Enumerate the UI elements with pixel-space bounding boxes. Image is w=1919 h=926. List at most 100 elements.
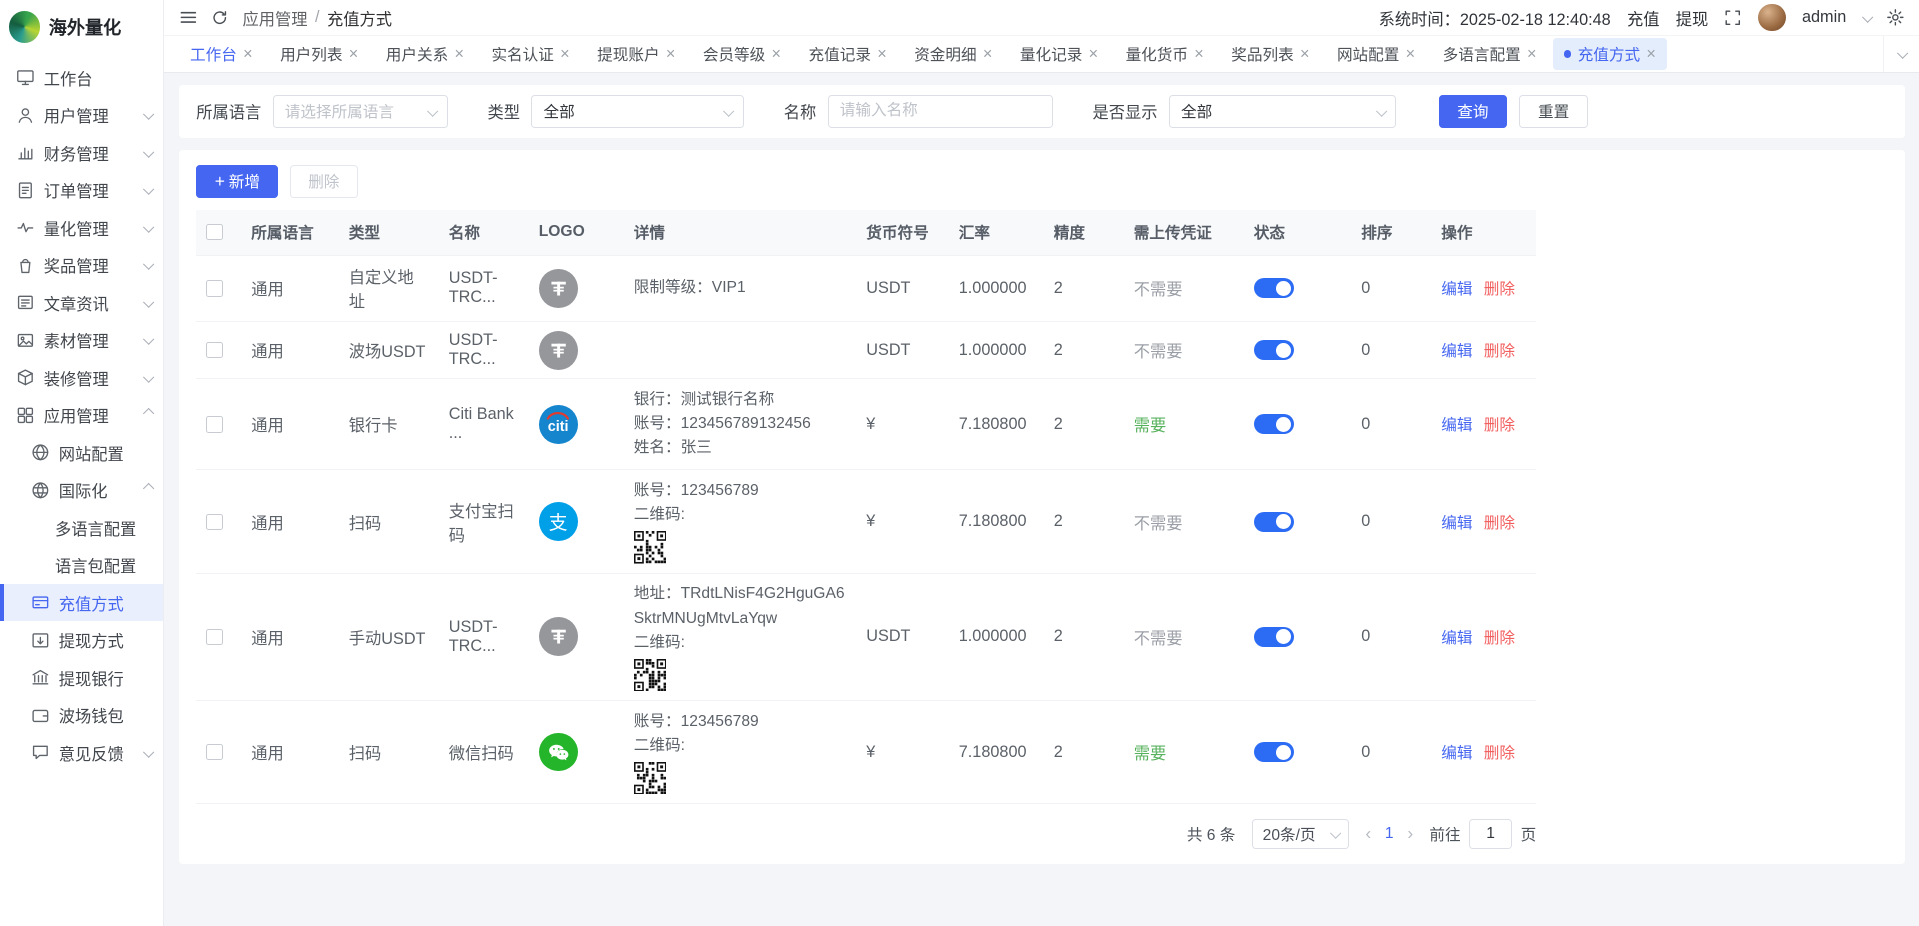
status-toggle[interactable] (1254, 627, 1294, 647)
tab-fund-detail[interactable]: 资金明细× (903, 38, 1004, 70)
tether-logo (539, 617, 578, 656)
select-all-checkbox[interactable] (206, 224, 222, 240)
collapse-sidebar-icon[interactable] (179, 8, 198, 27)
breadcrumb-parent[interactable]: 应用管理 (243, 6, 308, 30)
reset-button[interactable]: 重置 (1519, 95, 1587, 128)
recharge-link[interactable]: 充值 (1627, 6, 1660, 30)
settings-gear-icon[interactable] (1886, 8, 1905, 27)
status-toggle[interactable] (1254, 742, 1294, 762)
tab-close-icon[interactable]: × (243, 46, 253, 62)
delete-link[interactable]: 删除 (1484, 515, 1515, 532)
delete-link[interactable]: 删除 (1484, 343, 1515, 360)
status-toggle[interactable] (1254, 340, 1294, 360)
sidebar-item-workbench[interactable]: 工作台 (0, 59, 163, 97)
tab-close-icon[interactable]: × (349, 46, 359, 62)
sidebar-item-material-management[interactable]: 素材管理 (0, 321, 163, 359)
tab-site-config[interactable]: 网站配置× (1326, 38, 1427, 70)
sidebar-item-user-management[interactable]: 用户管理 (0, 96, 163, 134)
tab-close-icon[interactable]: × (560, 46, 570, 62)
detail-line: 姓名：张三 (634, 436, 847, 460)
tab-recharge-method[interactable]: 充值方式× (1553, 38, 1667, 70)
edit-link[interactable]: 编辑 (1441, 515, 1472, 532)
language-select[interactable]: 请选择所属语言 (273, 95, 448, 128)
next-page-button[interactable]: › (1407, 825, 1413, 843)
tab-workbench[interactable]: 工作台× (179, 38, 264, 70)
visible-select[interactable]: 全部 (1169, 95, 1397, 128)
tab-close-icon[interactable]: × (983, 46, 993, 62)
page-number-current[interactable]: 1 (1385, 825, 1394, 843)
tab-multi-language-config[interactable]: 多语言配置× (1431, 38, 1547, 70)
edit-link[interactable]: 编辑 (1441, 417, 1472, 434)
edit-link[interactable]: 编辑 (1441, 281, 1472, 298)
tab-close-icon[interactable]: × (454, 46, 464, 62)
tab-close-icon[interactable]: × (1194, 46, 1204, 62)
edit-link[interactable]: 编辑 (1441, 343, 1472, 360)
tab-close-icon[interactable]: × (1646, 46, 1656, 62)
name-input[interactable] (828, 95, 1053, 128)
tab-quant-currency[interactable]: 量化货币× (1114, 38, 1215, 70)
delete-link[interactable]: 删除 (1484, 417, 1515, 434)
delete-button[interactable]: 删除 (290, 165, 358, 198)
tab-withdraw-account[interactable]: 提现账户× (586, 38, 687, 70)
sidebar-item-internationalization[interactable]: 国际化 (0, 471, 163, 509)
row-checkbox[interactable] (206, 514, 222, 530)
prev-page-button[interactable]: ‹ (1365, 825, 1371, 843)
delete-link[interactable]: 删除 (1484, 745, 1515, 762)
tab-real-name-auth[interactable]: 实名认证× (480, 38, 581, 70)
delete-link[interactable]: 删除 (1484, 630, 1515, 647)
sidebar-item-finance-management[interactable]: 财务管理 (0, 134, 163, 172)
tab-close-icon[interactable]: × (1406, 46, 1416, 62)
withdraw-link[interactable]: 提现 (1676, 6, 1709, 30)
status-toggle[interactable] (1254, 512, 1294, 532)
avatar[interactable] (1758, 4, 1786, 32)
tab-close-icon[interactable]: × (1527, 46, 1537, 62)
type-select[interactable]: 全部 (531, 95, 744, 128)
sidebar-item-site-config[interactable]: 网站配置 (0, 434, 163, 472)
tether-logo (539, 269, 578, 308)
sidebar-item-multi-language-config[interactable]: 多语言配置 (0, 509, 163, 547)
cell-currency: USDT (856, 322, 949, 379)
row-checkbox[interactable] (206, 416, 222, 432)
tab-close-icon[interactable]: × (1089, 46, 1099, 62)
sidebar-item-decoration-management[interactable]: 装修管理 (0, 359, 163, 397)
status-toggle[interactable] (1254, 278, 1294, 298)
sidebar-item-recharge-method[interactable]: 充值方式 (0, 584, 163, 622)
tab-user-list[interactable]: 用户列表× (269, 38, 370, 70)
delete-link[interactable]: 删除 (1484, 281, 1515, 298)
status-toggle[interactable] (1254, 414, 1294, 434)
goto-page-input[interactable] (1469, 819, 1512, 849)
username[interactable]: admin (1802, 8, 1846, 27)
row-checkbox[interactable] (206, 629, 222, 645)
page-size-select[interactable]: 20条/页 (1252, 819, 1349, 849)
edit-link[interactable]: 编辑 (1441, 630, 1472, 647)
tab-member-level[interactable]: 会员等级× (692, 38, 793, 70)
tab-close-icon[interactable]: × (1300, 46, 1310, 62)
sidebar-item-quant-management[interactable]: 量化管理 (0, 209, 163, 247)
sidebar-item-language-pack-config[interactable]: 语言包配置 (0, 546, 163, 584)
sidebar-item-tron-wallet[interactable]: 波场钱包 (0, 696, 163, 734)
refresh-icon[interactable] (211, 9, 229, 27)
tab-close-icon[interactable]: × (772, 46, 782, 62)
row-checkbox[interactable] (206, 342, 222, 358)
sidebar-item-withdraw-bank[interactable]: 提现银行 (0, 659, 163, 697)
sidebar-item-withdraw-method[interactable]: 提现方式 (0, 621, 163, 659)
tab-list-dropdown[interactable] (1883, 36, 1919, 72)
tab-prize-list[interactable]: 奖品列表× (1220, 38, 1321, 70)
edit-link[interactable]: 编辑 (1441, 745, 1472, 762)
sidebar-item-app-management[interactable]: 应用管理 (0, 396, 163, 434)
row-checkbox[interactable] (206, 280, 222, 296)
tab-close-icon[interactable]: × (877, 46, 887, 62)
sidebar-item-label: 订单管理 (44, 178, 136, 202)
sidebar-item-prize-management[interactable]: 奖品管理 (0, 246, 163, 284)
row-checkbox[interactable] (206, 744, 222, 760)
sidebar-item-feedback[interactable]: 意见反馈 (0, 734, 163, 772)
tab-user-relation[interactable]: 用户关系× (375, 38, 476, 70)
add-button[interactable]: + 新增 (196, 165, 278, 198)
search-button[interactable]: 查询 (1439, 95, 1507, 128)
tab-close-icon[interactable]: × (666, 46, 676, 62)
sidebar-item-article-news[interactable]: 文章资讯 (0, 284, 163, 322)
tab-recharge-record[interactable]: 充值记录× (797, 38, 898, 70)
fullscreen-icon[interactable] (1724, 9, 1742, 27)
tab-quant-record[interactable]: 量化记录× (1009, 38, 1110, 70)
sidebar-item-order-management[interactable]: 订单管理 (0, 171, 163, 209)
